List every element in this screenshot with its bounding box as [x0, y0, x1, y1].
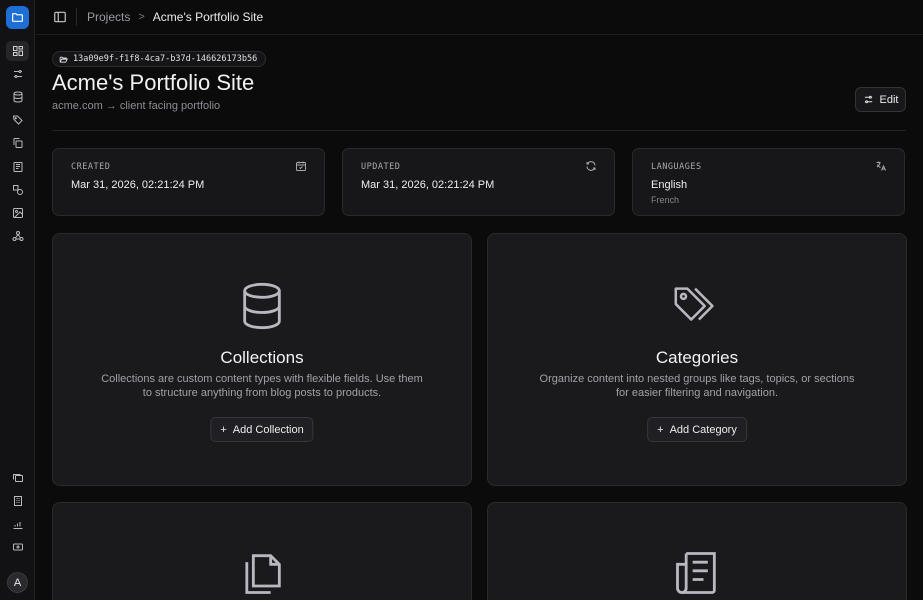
languages-label: LANGUAGES	[651, 162, 702, 172]
pages-card	[52, 502, 472, 600]
shapes-icon[interactable]	[6, 180, 29, 200]
project-id-badge[interactable]: 13a09e9f-f1f8-4ca7-b37d-146626173b56	[52, 51, 267, 67]
categories-desc-line2: for easier filtering and navigation.	[615, 387, 779, 399]
created-card: CREATED Mar 31, 2026, 02:21:24 PM	[52, 148, 325, 216]
database-icon	[243, 282, 281, 330]
breadcrumb-projects[interactable]: Projects	[87, 10, 130, 24]
updated-label: UPDATED	[361, 162, 401, 172]
images-icon[interactable]	[6, 203, 29, 223]
header-divider	[52, 130, 906, 131]
copy-icon[interactable]	[6, 133, 29, 153]
sidebar: A	[0, 0, 35, 600]
sliders-icon[interactable]	[6, 64, 29, 84]
categories-description: Organize content into nested groups like…	[528, 372, 866, 400]
sidebar-toggle-icon[interactable]	[53, 10, 67, 24]
edit-label: Edit	[879, 93, 899, 106]
collections-desc-line2: to structure anything from blog posts to…	[142, 387, 382, 399]
collections-card: Collections Collections are custom conte…	[52, 233, 472, 486]
page-title: Acme's Portfolio Site	[52, 70, 255, 95]
plus-icon: +	[657, 423, 664, 436]
chart-icon[interactable]	[6, 514, 29, 534]
categories-desc-line1: Organize content into nested groups like…	[539, 373, 855, 385]
folder-icon[interactable]	[6, 6, 29, 29]
language-primary: English	[651, 179, 688, 191]
collections-description: Collections are custom content types wit…	[93, 372, 431, 400]
created-label: CREATED	[71, 162, 111, 172]
database-icon[interactable]	[6, 87, 29, 107]
calendar-check-icon	[296, 161, 306, 171]
breadcrumb: Projects > Acme's Portfolio Site	[87, 10, 263, 24]
banknote-icon[interactable]	[6, 537, 29, 557]
newspaper-icon[interactable]	[6, 157, 29, 177]
created-value: Mar 31, 2026, 02:21:24 PM	[71, 179, 205, 191]
add-collection-label: Add Collection	[232, 423, 304, 436]
building-icon[interactable]	[6, 491, 29, 511]
tags-icon	[674, 287, 714, 321]
add-category-label: Add Category	[669, 423, 737, 436]
webhook-icon[interactable]	[6, 226, 29, 246]
newspaper-icon	[676, 552, 716, 594]
avatar[interactable]: A	[7, 572, 28, 593]
gallery-icon[interactable]	[6, 468, 29, 488]
dashboard-icon[interactable]	[6, 41, 29, 61]
language-secondary: French	[651, 195, 680, 205]
add-category-button[interactable]: + Add Category	[647, 417, 747, 442]
topbar: Projects > Acme's Portfolio Site	[36, 0, 923, 35]
chevron-right-icon: >	[138, 11, 145, 23]
edit-button[interactable]: Edit	[855, 87, 906, 112]
add-collection-button[interactable]: + Add Collection	[210, 417, 314, 442]
folder-open-icon	[59, 56, 68, 63]
topbar-divider	[76, 8, 77, 26]
sliders-icon	[864, 95, 872, 104]
collections-desc-line1: Collections are custom content types wit…	[101, 373, 423, 385]
updated-card: UPDATED Mar 31, 2026, 02:21:24 PM	[342, 148, 615, 216]
project-id: 13a09e9f-f1f8-4ca7-b37d-146626173b56	[73, 54, 258, 64]
languages-icon	[876, 161, 886, 171]
categories-title: Categories	[655, 348, 739, 367]
copy-icon	[245, 554, 281, 594]
collections-title: Collections	[220, 348, 304, 367]
plus-icon: +	[220, 423, 227, 436]
updated-value: Mar 31, 2026, 02:21:24 PM	[361, 179, 495, 191]
posts-card	[487, 502, 907, 600]
languages-card: LANGUAGES English French	[632, 148, 905, 216]
breadcrumb-current: Acme's Portfolio Site	[152, 10, 264, 24]
page-subtitle: acme.com → client facing portfolio	[52, 100, 221, 112]
categories-card: Categories Organize content into nested …	[487, 233, 907, 486]
tags-icon[interactable]	[6, 110, 29, 130]
refresh-icon	[586, 161, 596, 171]
